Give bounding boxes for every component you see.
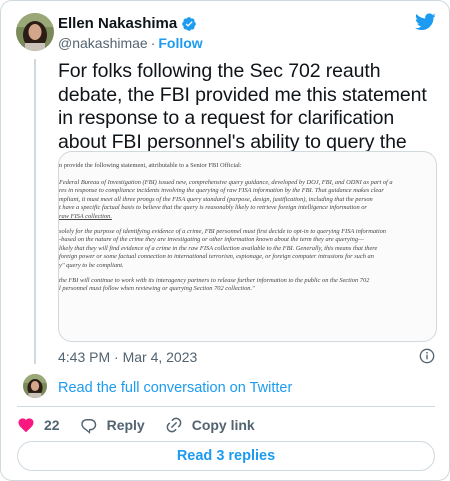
copy-link-label: Copy link <box>191 417 255 433</box>
reply-icon <box>80 419 96 434</box>
reply-avatar[interactable] <box>23 374 47 398</box>
like-button[interactable]: 22 <box>17 416 60 434</box>
author-name-text[interactable]: Ellen Nakashima <box>58 14 177 33</box>
tweet-timestamp[interactable]: 4:43 PM · Mar 4, 2023 <box>58 348 197 366</box>
reply-label: Reply <box>106 417 145 433</box>
read-replies-label: Read 3 replies <box>176 448 276 464</box>
tweet-card: Ellen Nakashima @nakashimae · Follow For f… <box>0 0 450 481</box>
read-full-conversation-link[interactable]: Read the full conversation on Twitter <box>58 379 292 397</box>
statement-paragraph-2: solely for the purpose of identifying ev… <box>59 227 386 269</box>
tweet-image[interactable]: n provide the following statement, attri… <box>58 151 437 342</box>
action-bar: 22 Reply Copy link <box>17 415 275 435</box>
link-icon <box>166 417 182 433</box>
like-count: 22 <box>44 417 60 433</box>
read-replies-button[interactable]: Read 3 replies <box>17 441 435 471</box>
statement-paragraph-1-underlined: raw FISA collection. <box>59 212 112 220</box>
statement-paragraph-1: Federal Bureau of Investigation (FBI) is… <box>59 179 427 222</box>
follow-link[interactable]: Follow <box>158 35 202 51</box>
verified-badge-icon <box>182 16 197 31</box>
reply-button[interactable]: Reply <box>80 416 145 434</box>
statement-paragraph-1-text: Federal Bureau of Investigation (FBI) is… <box>59 178 393 212</box>
twitter-bird-icon[interactable] <box>415 13 436 31</box>
copy-link-button[interactable]: Copy link <box>165 416 255 434</box>
statement-document: n provide the following statement, attri… <box>59 162 427 300</box>
statement-paragraph-3: the FBI will continue to work with its i… <box>59 276 370 293</box>
heart-icon <box>18 418 34 433</box>
author-handle-row: @nakashimae · Follow <box>58 34 203 52</box>
author-handle[interactable]: @nakashimae <box>58 35 148 51</box>
divider <box>17 406 435 407</box>
separator-dot: · <box>150 35 156 51</box>
author-avatar[interactable] <box>16 13 54 51</box>
statement-intro: n provide the following statement, attri… <box>59 162 242 169</box>
info-icon[interactable] <box>419 348 435 364</box>
thread-line <box>34 59 36 364</box>
author-name[interactable]: Ellen Nakashima <box>58 14 197 33</box>
